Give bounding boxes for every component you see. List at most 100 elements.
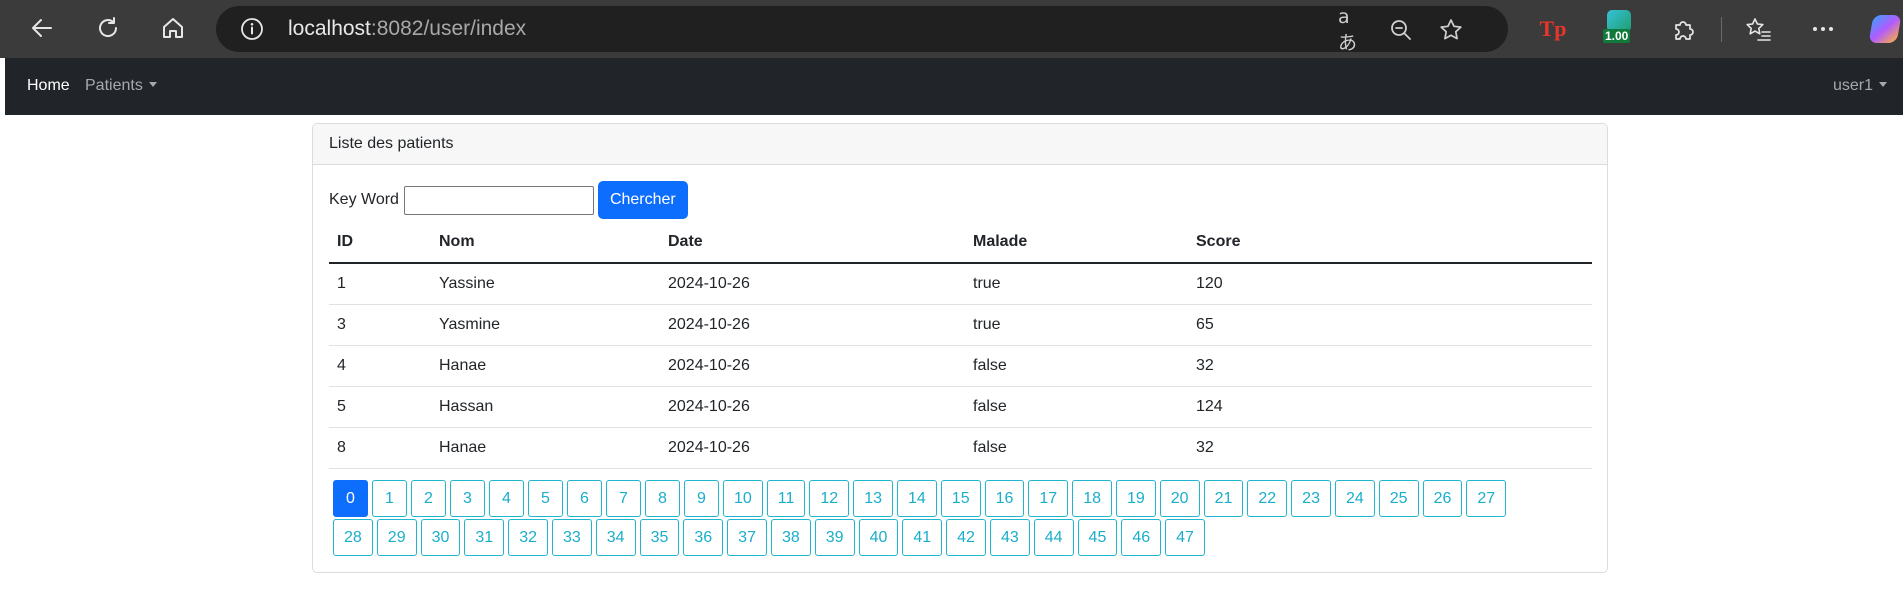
column-header-score: Score <box>1188 222 1592 264</box>
browser-toolbar: localhost:8082/user/index aあ Tp 1.00 <box>0 0 1903 58</box>
refresh-icon[interactable] <box>90 10 126 46</box>
cell-nom: Hassan <box>431 386 660 428</box>
column-header-malade: Malade <box>965 222 1188 264</box>
extension-tp-icon[interactable]: Tp <box>1538 14 1568 44</box>
page-link[interactable]: 21 <box>1203 480 1244 517</box>
page-link[interactable]: 44 <box>1033 519 1074 556</box>
page-link[interactable]: 14 <box>897 480 937 517</box>
cell-score: 32 <box>1188 427 1592 469</box>
page-link[interactable]: 11 <box>766 480 806 517</box>
page-link[interactable]: 15 <box>940 480 981 517</box>
page-link[interactable]: 8 <box>645 480 680 517</box>
page-link[interactable]: 37 <box>727 519 767 556</box>
toolbar-separator <box>1721 17 1722 42</box>
search-label: Key Word <box>329 191 399 208</box>
cell-malade: true <box>965 263 1188 305</box>
column-header-id: ID <box>329 222 431 264</box>
extensions-puzzle-icon[interactable] <box>1669 14 1699 44</box>
page-link[interactable]: 22 <box>1247 480 1288 517</box>
cell-malade: false <box>965 386 1188 428</box>
favorite-star-icon[interactable] <box>1438 17 1464 43</box>
table-header-row: ID Nom Date Malade Score <box>329 222 1592 264</box>
cell-id: 8 <box>329 427 431 469</box>
table-row: 3 Yasmine 2024-10-26 true 65 <box>329 304 1592 346</box>
address-bar[interactable]: localhost:8082/user/index aあ <box>216 6 1508 54</box>
nav-patients-dropdown[interactable]: Patients <box>85 77 157 95</box>
page-link[interactable]: 28 <box>333 519 373 556</box>
cell-score: 120 <box>1188 263 1592 305</box>
nav-user-dropdown[interactable]: user1 <box>1833 77 1887 95</box>
page-link[interactable]: 17 <box>1028 480 1069 517</box>
page-link[interactable]: 16 <box>984 480 1025 517</box>
nav-home-link[interactable]: Home <box>27 77 70 95</box>
page-link[interactable]: 3 <box>450 480 485 517</box>
patients-card: Liste des patients Key Word Chercher ID … <box>312 123 1608 573</box>
page-link[interactable]: 39 <box>814 519 855 556</box>
page-link[interactable]: 35 <box>639 519 680 556</box>
page-link[interactable]: 45 <box>1077 519 1118 556</box>
chevron-down-icon <box>148 82 157 88</box>
page-link[interactable]: 33 <box>551 519 592 556</box>
search-form: Key Word Chercher <box>329 181 688 219</box>
zoom-out-icon[interactable] <box>1388 17 1414 43</box>
url-text: localhost:8082/user/index <box>288 17 526 41</box>
cell-score: 65 <box>1188 304 1592 346</box>
site-info-icon[interactable] <box>240 17 264 41</box>
table-row: 5 Hassan 2024-10-26 false 124 <box>329 386 1592 428</box>
cell-malade: false <box>965 345 1188 387</box>
cell-malade: false <box>965 427 1188 469</box>
page-link[interactable]: 38 <box>770 519 811 556</box>
page-link[interactable]: 13 <box>853 480 893 517</box>
page-link[interactable]: 25 <box>1378 480 1419 517</box>
search-input[interactable] <box>403 185 594 215</box>
page-link[interactable]: 23 <box>1291 480 1331 517</box>
page-link[interactable]: 4 <box>489 480 524 517</box>
page-link[interactable]: 9 <box>684 480 719 517</box>
page-link[interactable]: 40 <box>858 519 899 556</box>
cell-date: 2024-10-26 <box>660 304 965 346</box>
home-icon[interactable] <box>155 10 191 46</box>
page-link[interactable]: 1 <box>372 480 407 517</box>
search-button[interactable]: Chercher <box>597 181 688 219</box>
back-icon[interactable] <box>24 10 60 46</box>
page-link[interactable]: 18 <box>1072 480 1112 517</box>
page-link[interactable]: 26 <box>1422 480 1463 517</box>
page-link[interactable]: 19 <box>1115 480 1156 517</box>
page-link[interactable]: 34 <box>595 519 636 556</box>
page-link[interactable]: 36 <box>683 519 724 556</box>
table-row: 8 Hanae 2024-10-26 false 32 <box>329 427 1592 469</box>
page-link[interactable]: 20 <box>1159 480 1200 517</box>
page-link[interactable]: 2 <box>411 480 446 517</box>
cell-nom: Hanae <box>431 427 660 469</box>
copilot-icon[interactable] <box>1868 14 1902 44</box>
page-link[interactable]: 0 <box>333 480 368 517</box>
cell-id: 5 <box>329 386 431 428</box>
pagination: 0 1 2 3 4 5 6 7 8 9 10 11 12 13 14 15 16 17 18 19 20 21 22 23 24… <box>333 480 1593 558</box>
column-header-date: Date <box>660 222 965 264</box>
page-link[interactable]: 47 <box>1165 519 1205 556</box>
page-link[interactable]: 12 <box>809 480 850 517</box>
page-link[interactable]: 32 <box>508 519 548 556</box>
page-link[interactable]: 46 <box>1121 519 1162 556</box>
cell-date: 2024-10-26 <box>660 386 965 428</box>
page-link[interactable]: 30 <box>420 519 461 556</box>
more-options-icon[interactable] <box>1808 14 1838 44</box>
pagination-row: 28 29 30 31 32 33 34 35 36 37 38 39 40 41 42 43 44 45 46 47 <box>333 519 1593 556</box>
page-link[interactable]: 42 <box>946 519 986 556</box>
page-link[interactable]: 41 <box>902 519 943 556</box>
cell-id: 1 <box>329 263 431 305</box>
page-link[interactable]: 24 <box>1334 480 1375 517</box>
page-link[interactable]: 6 <box>567 480 602 517</box>
favorites-list-icon[interactable] <box>1743 14 1773 44</box>
page-link[interactable]: 5 <box>528 480 563 517</box>
extension-badge-icon[interactable]: 1.00 <box>1603 10 1634 43</box>
page-link[interactable]: 27 <box>1466 480 1507 517</box>
page-link[interactable]: 43 <box>989 519 1030 556</box>
page-link[interactable]: 29 <box>376 519 417 556</box>
patients-table: ID Nom Date Malade Score 1 Yassine 2024-10… <box>329 222 1592 469</box>
page-link[interactable]: 10 <box>723 480 763 517</box>
table-row: 1 Yassine 2024-10-26 true 120 <box>329 263 1592 305</box>
page-link[interactable]: 7 <box>606 480 641 517</box>
page-link[interactable]: 31 <box>464 519 505 556</box>
read-aloud-icon[interactable]: aあ <box>1338 6 1364 54</box>
